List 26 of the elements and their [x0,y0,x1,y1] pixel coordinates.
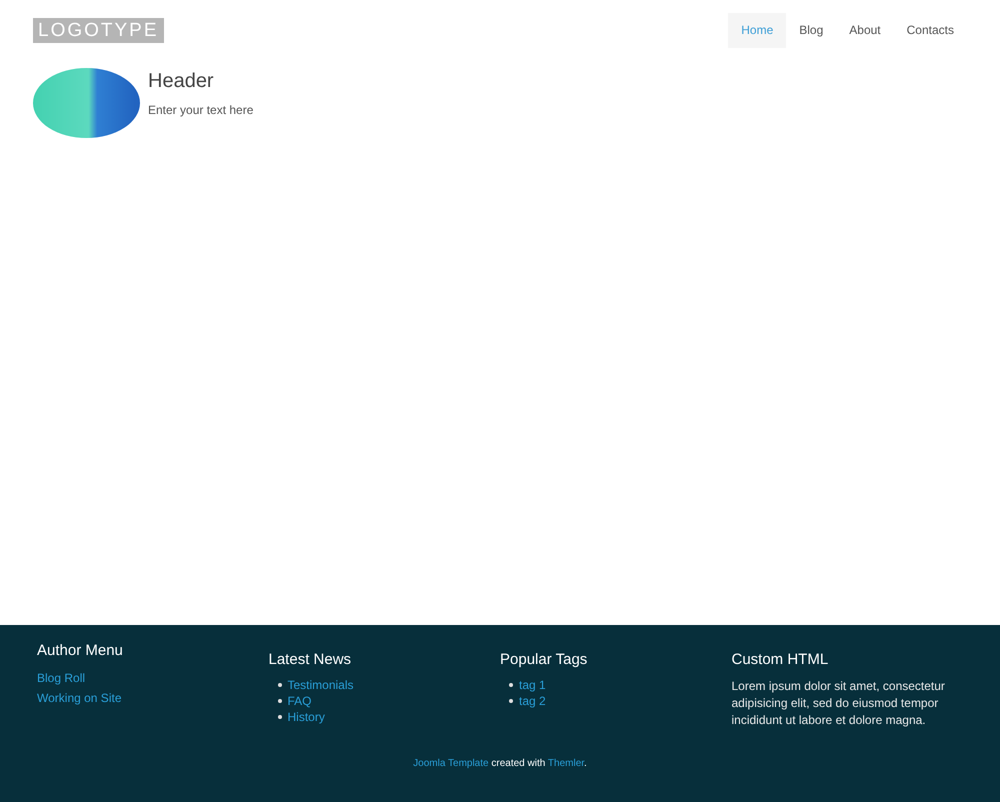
bullet-icon [509,699,513,703]
credit-link[interactable]: Joomla Template [413,758,489,769]
footer-link[interactable]: tag 1 [519,678,546,692]
nav-tab[interactable]: About [836,13,894,48]
bullet-icon [509,683,513,687]
credit-link[interactable]: Themler [548,758,584,769]
nav-tab[interactable]: Contacts [894,13,967,48]
bullet-icon [278,699,282,703]
nav-tab[interactable]: Home [728,13,786,48]
header-text: Enter your text here [148,103,254,117]
column-text: Lorem ipsum dolor sit amet, consectetur adipisicing elit, sed do eiusmod tempor incididunt ut labore et dolore magna. [732,678,946,729]
footer-credit: Joomla Template created with Themler. [412,758,588,769]
footer-link[interactable]: FAQ [288,694,312,708]
column-heading: Author Menu [37,642,124,659]
footer-link[interactable]: Blog Roll [37,671,86,685]
nav-tab[interactable]: Blog [786,13,836,48]
footer-link[interactable]: tag 2 [519,694,546,708]
footer-link[interactable]: History [288,710,325,724]
column-heading: Latest News [268,651,352,668]
bullet-icon [278,683,282,687]
footer-link[interactable]: Working on Site [37,691,122,705]
column-heading: Custom HTML [732,651,830,668]
bullet-icon [278,715,282,719]
header-title: Header [148,70,215,93]
column-heading: Popular Tags [500,651,588,668]
footer-link[interactable]: Testimonials [288,678,354,692]
